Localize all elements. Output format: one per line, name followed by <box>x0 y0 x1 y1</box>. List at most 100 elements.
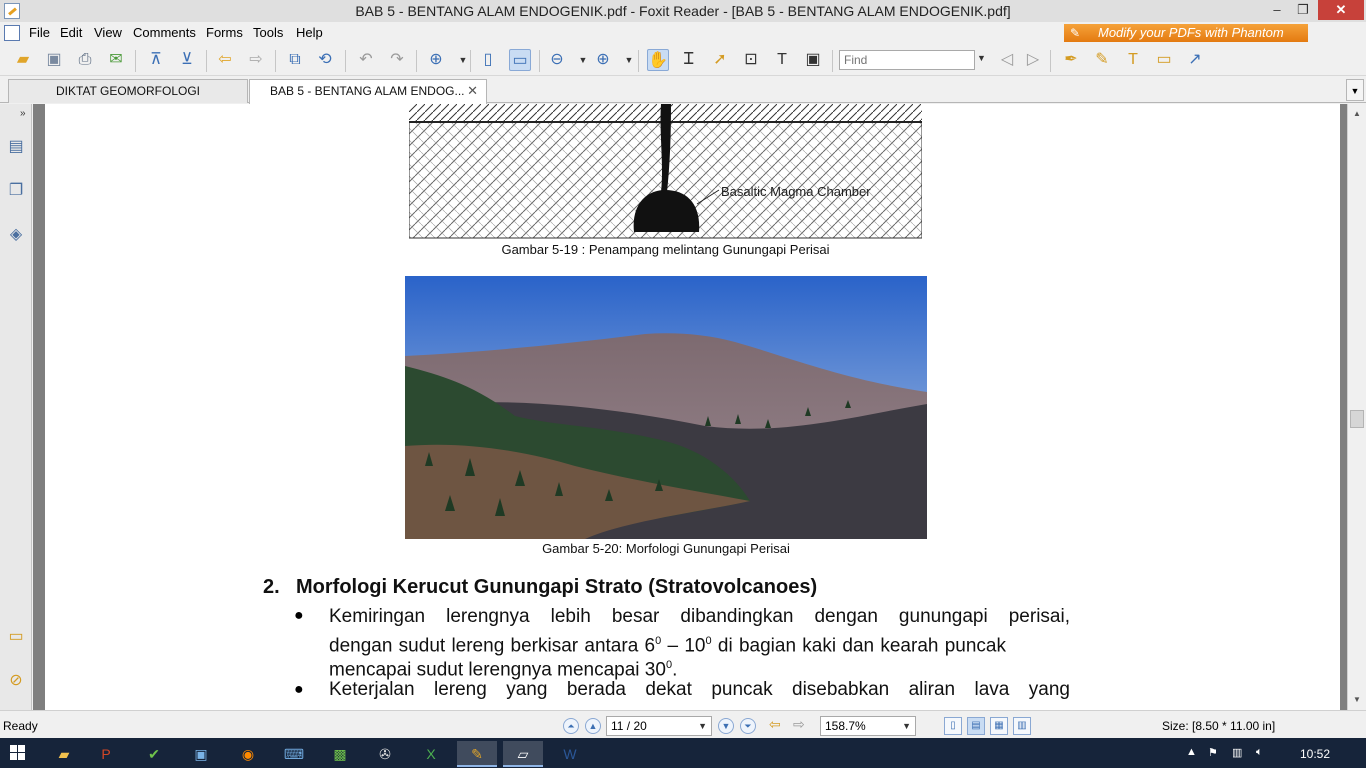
camera-icon[interactable]: ▣ <box>802 49 824 71</box>
back-arrow-icon[interactable]: ⇦ <box>214 49 236 71</box>
image-app-icon[interactable]: ▩ <box>320 741 360 767</box>
continuous-facing-view-icon[interactable]: ▥ <box>1013 717 1031 735</box>
tab-close-icon[interactable]: ✕ <box>467 80 478 102</box>
attachments-paperclip-icon[interactable]: ⊘ <box>6 670 26 692</box>
note-comment-icon[interactable]: ▭ <box>1153 49 1175 71</box>
file-explorer-icon[interactable]: ▰ <box>44 741 84 767</box>
arrow-drawing-icon[interactable]: ↗ <box>1184 49 1206 71</box>
foxit-reader-taskbar-icon[interactable]: ▱ <box>503 741 543 767</box>
expand-panel-icon[interactable]: » <box>20 108 26 119</box>
text-box-icon[interactable]: T <box>1122 49 1144 71</box>
find-input[interactable] <box>839 50 975 70</box>
minimize-button[interactable]: – <box>1264 0 1290 20</box>
previous-page-icon[interactable]: ▲ <box>585 718 601 734</box>
close-button[interactable]: ✕ <box>1318 0 1364 20</box>
zoom-in-magnifier-icon[interactable]: ⊕ <box>425 49 447 71</box>
zoom-in-dropdown-icon[interactable]: ▼ <box>618 49 640 71</box>
undo-icon[interactable]: ↶ <box>355 49 377 71</box>
tab-bab5[interactable]: BAB 5 - BENTANG ALAM ENDOG... ✕ <box>249 79 487 104</box>
fit-page-icon[interactable]: ▯ <box>477 49 499 71</box>
zoom-in-icon[interactable]: ⊕ <box>592 49 614 71</box>
clock[interactable]: 10:52 <box>1300 747 1330 761</box>
zoom-level-field[interactable]: 158.7% ▼ <box>820 716 916 736</box>
volume-icon[interactable]: 🔈︎ <box>1256 746 1263 759</box>
network-icon[interactable]: ▥ <box>1232 746 1242 759</box>
firefox-icon[interactable]: ◉ <box>228 741 268 767</box>
select-annotation-icon[interactable]: ➚ <box>709 49 731 71</box>
app-icon[interactable]: ✔ <box>134 741 174 767</box>
page-dropdown-icon[interactable]: ▼ <box>698 717 707 735</box>
restore-button[interactable]: ❐ <box>1290 0 1316 20</box>
next-page-icon[interactable]: ⊻ <box>176 49 198 71</box>
tab-diktat-geomorfologi[interactable]: DIKTAT GEOMORFOLOGI <box>8 79 248 103</box>
go-back-icon[interactable]: ⇦ <box>769 716 781 733</box>
remote-desktop-icon[interactable]: ▣ <box>181 741 221 767</box>
scroll-up-icon[interactable]: ▲ <box>1348 106 1366 122</box>
shield-volcano-photo <box>405 276 927 539</box>
print-icon[interactable]: ⎙ <box>74 49 96 71</box>
excel-icon[interactable]: X <box>411 741 451 767</box>
open-folder-icon[interactable]: ▰ <box>12 49 34 71</box>
vertical-scrollbar[interactable]: ▲ ▼ <box>1347 104 1366 710</box>
scroll-down-icon[interactable]: ▼ <box>1348 692 1366 708</box>
tabs-list-dropdown-icon[interactable]: ▼ <box>1346 79 1364 101</box>
menu-help[interactable]: Help <box>296 25 323 40</box>
go-forward-icon[interactable]: ⇨ <box>793 716 805 733</box>
continuous-view-icon[interactable]: ▤ <box>967 717 985 735</box>
bookmarks-icon[interactable]: ▤ <box>6 136 26 158</box>
next-page-icon[interactable]: ▼ <box>718 718 734 734</box>
first-page-icon[interactable]: ⏶ <box>563 718 579 734</box>
find-next-icon[interactable]: ▷ <box>1022 49 1044 71</box>
menu-forms[interactable]: Forms <box>206 25 243 40</box>
fit-width-icon[interactable]: ▭ <box>509 49 531 71</box>
menu-edit[interactable]: Edit <box>60 25 82 40</box>
hand-tool-icon[interactable]: ✋ <box>647 49 669 71</box>
powerpoint-icon[interactable]: P <box>86 741 126 767</box>
windows-taskbar: ▰ P ✔ ▣ ◉ ⌨ ▩ ✇ X ✎ ▱ W ▲ ⚑ ▥ 🔈︎ 10:52 <box>0 738 1366 768</box>
sign-pen-icon[interactable]: ✒ <box>1060 49 1082 71</box>
highlight-icon[interactable]: ✎ <box>1091 49 1113 71</box>
toolbar-separator <box>416 50 417 72</box>
email-icon[interactable]: ✉ <box>105 49 127 71</box>
zoom-out-icon[interactable]: ⊖ <box>546 49 568 71</box>
save-icon[interactable]: ▣ <box>43 49 65 71</box>
find-dropdown-icon[interactable]: ▼ <box>977 53 986 63</box>
settings-app-icon[interactable]: ✇ <box>365 741 405 767</box>
snapshot-binoculars-icon[interactable]: ⊡ <box>740 49 762 71</box>
document-menu-icon[interactable] <box>4 25 20 41</box>
find-previous-icon[interactable]: ◁ <box>996 49 1018 71</box>
page-thumbnails-icon[interactable]: ❐ <box>6 180 26 202</box>
zoom-dropdown-icon[interactable]: ▼ <box>902 717 911 735</box>
typewriter-icon[interactable]: T <box>771 49 793 71</box>
keyboard-icon[interactable]: ⌨ <box>274 741 314 767</box>
facing-view-icon[interactable]: ▦ <box>990 717 1008 735</box>
phantom-pen-icon: ✎ <box>1070 26 1081 40</box>
menu-file[interactable]: File <box>29 25 50 40</box>
layers-icon[interactable]: ◈ <box>6 224 26 246</box>
menu-view[interactable]: View <box>94 25 122 40</box>
previous-page-icon[interactable]: ⊼ <box>145 49 167 71</box>
redo-icon[interactable]: ↷ <box>386 49 408 71</box>
action-center-flag-icon[interactable]: ⚑ <box>1208 746 1218 759</box>
text-run: di bagian kaki dan kearah puncak <box>711 635 1006 657</box>
forward-arrow-icon[interactable]: ⇨ <box>245 49 267 71</box>
navigation-panel: » ▤ ❐ ◈ ▭ ⊘ <box>0 104 32 710</box>
page-number-field[interactable]: 11 / 20 ▼ <box>606 716 712 736</box>
menu-tools[interactable]: Tools <box>253 25 283 40</box>
menu-comments[interactable]: Comments <box>133 25 196 40</box>
phantom-promo-banner[interactable]: Modify your PDFs with Phantom <box>1064 24 1308 42</box>
rotate-pages-icon[interactable]: ⟲ <box>314 49 336 71</box>
windows-start-icon[interactable] <box>10 745 26 761</box>
scroll-thumb[interactable] <box>1350 410 1364 428</box>
tray-expand-icon[interactable]: ▲ <box>1186 746 1197 758</box>
word-icon[interactable]: W <box>550 741 590 767</box>
single-page-view-icon[interactable]: ▯ <box>944 717 962 735</box>
comments-panel-icon[interactable]: ▭ <box>6 626 26 648</box>
bullet-dot: ● <box>294 681 304 698</box>
bullet-dot: ● <box>294 607 304 624</box>
last-page-icon[interactable]: ⏷ <box>740 718 756 734</box>
foxit-taskbar-icon[interactable]: ✎ <box>457 741 497 767</box>
select-text-icon[interactable]: Ꮖ <box>678 49 700 71</box>
zoom-out-dropdown-icon[interactable]: ▼ <box>572 49 594 71</box>
extract-pages-icon[interactable]: ⧉ <box>284 49 306 71</box>
